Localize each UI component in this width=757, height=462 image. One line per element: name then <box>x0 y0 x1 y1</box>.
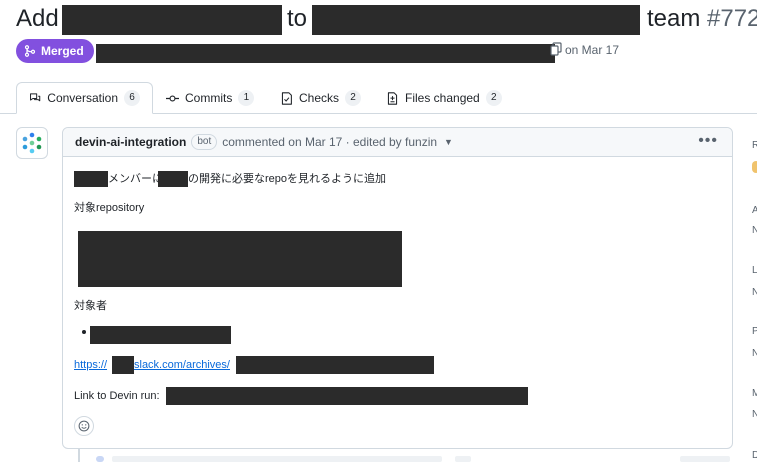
devin-logo-icon <box>22 132 42 154</box>
comment-meta-text[interactable]: commented on Mar 17 · edited by funzin <box>222 128 437 156</box>
checklist-icon <box>281 91 292 105</box>
sidebar-fragment-no-projects: N <box>752 348 757 359</box>
sidebar-fragment-labels: L <box>752 265 757 276</box>
sidebar-fragment-no-labels: N <box>752 287 757 298</box>
redacted-repo-list <box>78 231 402 287</box>
copy-icon[interactable] <box>550 42 562 56</box>
timeline-event-faint-date <box>680 456 730 462</box>
tab-files-changed-label: Files changed <box>405 91 480 105</box>
timeline-event-icon <box>96 456 104 462</box>
tab-commits-count: 1 <box>238 90 255 106</box>
comment-meta: devin-ai-integration bot commented on Ma… <box>75 128 453 156</box>
redacted-merge-details <box>96 44 555 63</box>
file-diff-icon <box>387 91 398 105</box>
repo-heading: 対象repository <box>74 202 145 214</box>
body-line-1-a: メンバーに <box>108 173 163 185</box>
sidebar-fragment-reviewers: R <box>752 140 757 151</box>
timeline-event-faint-text <box>112 456 442 462</box>
sidebar-fragment-milestone: M <box>752 388 757 399</box>
slack-link[interactable]: slack.com/archives/ <box>134 358 230 372</box>
tab-checks[interactable]: Checks 2 <box>280 82 362 114</box>
redacted-title-part-1 <box>62 5 282 35</box>
tab-conversation-label: Conversation <box>47 91 118 105</box>
tab-conversation-count: 6 <box>124 90 140 106</box>
title-middle: to <box>287 5 308 32</box>
chevron-down-icon[interactable]: ▼ <box>444 128 453 156</box>
smiley-icon <box>78 420 90 432</box>
tab-checks-label: Checks <box>299 91 340 105</box>
tab-commits[interactable]: Commits 1 <box>166 82 255 114</box>
timeline-line <box>78 449 80 462</box>
merged-label: Merged <box>41 44 84 58</box>
tab-commits-label: Commits <box>185 91 233 105</box>
list-bullet <box>82 330 86 334</box>
merge-date: on Mar 17 <box>565 43 620 57</box>
avatar[interactable] <box>16 127 48 159</box>
pr-number: #772 <box>707 5 757 32</box>
redacted-team-name <box>74 171 108 187</box>
title-prefix: Add <box>16 5 59 32</box>
bot-label: bot <box>191 134 218 150</box>
title-suffix: team <box>647 5 701 32</box>
tab-files-changed-count: 2 <box>485 90 502 106</box>
comment-author[interactable]: devin-ai-integration <box>75 128 186 156</box>
tab-checks-count: 2 <box>345 90 362 106</box>
redacted-devin-run-link <box>166 387 528 405</box>
redacted-target-user <box>90 326 231 344</box>
devin-run-label: Link to Devin run: <box>74 390 160 402</box>
kebab-menu-icon[interactable]: ••• <box>698 133 718 149</box>
git-merge-icon <box>24 45 36 57</box>
body-line-1-b: の開発に必要なrepoを見れるように追加 <box>188 173 387 185</box>
add-reaction-button[interactable] <box>74 416 94 436</box>
redacted-slack-archive-id <box>236 356 434 374</box>
git-commit-icon <box>166 94 179 102</box>
timeline-event-faint-sha <box>455 456 471 462</box>
comment-header: devin-ai-integration bot commented on Ma… <box>63 128 732 157</box>
sidebar-reviewer-avatar <box>752 161 757 173</box>
tab-conversation[interactable]: Conversation 6 <box>16 82 153 114</box>
sidebar-fragment-projects: P <box>752 326 757 337</box>
slack-link-prefix[interactable]: https:// <box>74 358 107 372</box>
tab-files-changed[interactable]: Files changed 2 <box>386 82 502 114</box>
comment-discussion-icon <box>30 92 41 101</box>
redacted-slack-workspace <box>112 356 134 374</box>
target-heading: 対象者 <box>74 300 107 312</box>
sidebar-fragment-no-milestone: N <box>752 409 757 420</box>
redacted-project-name <box>158 171 188 187</box>
sidebar-fragment-no-assignees: N <box>752 225 757 236</box>
merged-badge: Merged <box>16 39 94 63</box>
sidebar-fragment-assignees: A <box>752 205 757 216</box>
redacted-title-part-2 <box>312 5 640 35</box>
sidebar-fragment-development: D <box>752 450 757 461</box>
